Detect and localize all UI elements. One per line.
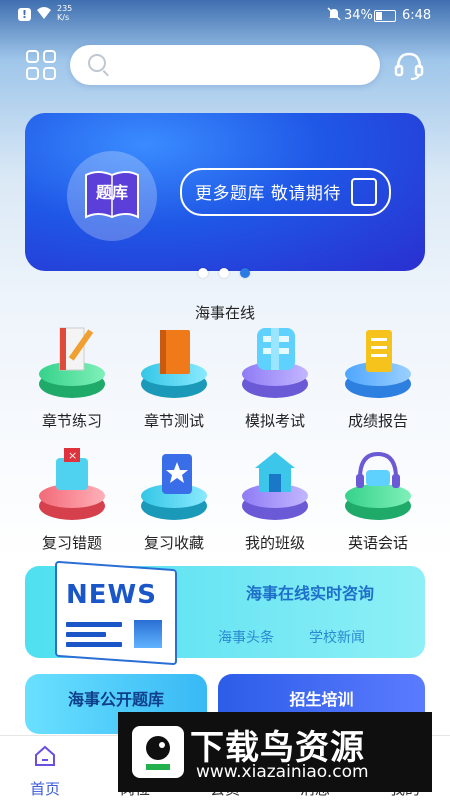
feature-english-conversation[interactable]: 英语会话	[328, 444, 428, 554]
question-bank-label: 题库	[95, 183, 128, 202]
carousel-dot[interactable]	[240, 268, 250, 278]
watermark-url: www.xiazainiao.com	[196, 762, 369, 782]
feature-label: 复习错题	[41, 534, 102, 552]
feature-label: 章节测试	[143, 412, 204, 430]
feature-label: 模拟考试	[244, 412, 305, 430]
feature-my-class[interactable]: 我的班级	[225, 444, 325, 554]
tab-home[interactable]: 首页	[0, 736, 90, 801]
wifi-icon	[36, 6, 52, 24]
svg-text:×: ×	[68, 449, 77, 462]
alert-icon: !	[18, 8, 31, 21]
home-icon	[35, 745, 55, 766]
menu-grid-icon[interactable]	[26, 50, 56, 80]
feature-mock-exam[interactable]: 模拟考试	[225, 322, 325, 432]
section-title: 海事在线	[194, 304, 255, 322]
certificate-pencil-icon	[59, 327, 94, 371]
battery-icon	[374, 10, 396, 22]
carousel-dot[interactable]	[198, 268, 208, 278]
feature-label: 复习收藏	[143, 534, 204, 552]
feature-chapter-practice[interactable]: 章节练习	[22, 322, 122, 432]
promo-banner[interactable]: 题库 更多题库 敬请期待	[25, 113, 425, 271]
maritime-headlines-link[interactable]: 海事头条	[218, 627, 274, 647]
status-bar: ! 235 K/s 34% 6:48	[0, 0, 450, 32]
card-label: 招生培训	[289, 690, 354, 709]
wrong-questions-icon: ×	[56, 448, 88, 490]
exam-character-icon	[257, 328, 295, 370]
feature-review-mistakes[interactable]: × 复习错题	[22, 444, 122, 554]
feature-label: 我的班级	[244, 534, 305, 552]
consult-title[interactable]: 海事在线实时咨询	[205, 580, 415, 604]
carousel-dots[interactable]	[198, 268, 258, 280]
card-label: 海事公开题库	[67, 690, 164, 709]
news-label: NEWS	[66, 580, 157, 610]
mute-icon	[327, 7, 341, 25]
feature-label: 英语会话	[347, 534, 408, 552]
feature-review-favorites[interactable]: 复习收藏	[124, 444, 224, 554]
feature-label: 成绩报告	[347, 412, 408, 430]
carousel-dot[interactable]	[219, 268, 229, 278]
report-100-icon	[366, 330, 392, 372]
house-icon	[255, 452, 295, 492]
bird-logo-icon	[132, 726, 184, 778]
battery-percent: 34%	[344, 8, 373, 23]
book-stack-icon	[160, 330, 190, 374]
school-news-link[interactable]: 学校新闻	[309, 627, 365, 647]
clock: 6:48	[402, 8, 432, 23]
headphones-abc-icon	[356, 451, 400, 488]
device-icon	[351, 178, 377, 206]
tab-label: 首页	[29, 780, 60, 798]
feature-chapter-test[interactable]: 章节测试	[124, 322, 224, 432]
more-questions-text: 更多题库 敬请期待	[195, 184, 341, 204]
search-bar[interactable]	[70, 45, 380, 87]
bookmark-star-icon	[162, 454, 192, 494]
newspaper-image	[134, 620, 162, 648]
network-speed: 235 K/s	[57, 4, 73, 22]
newspaper-icon	[55, 560, 177, 666]
search-icon	[88, 54, 106, 72]
newspaper-lines	[66, 622, 126, 648]
customer-service-icon[interactable]	[392, 48, 426, 82]
search-input[interactable]	[120, 45, 374, 87]
feature-score-report[interactable]: 成绩报告	[328, 322, 428, 432]
feature-label: 章节练习	[41, 412, 102, 430]
